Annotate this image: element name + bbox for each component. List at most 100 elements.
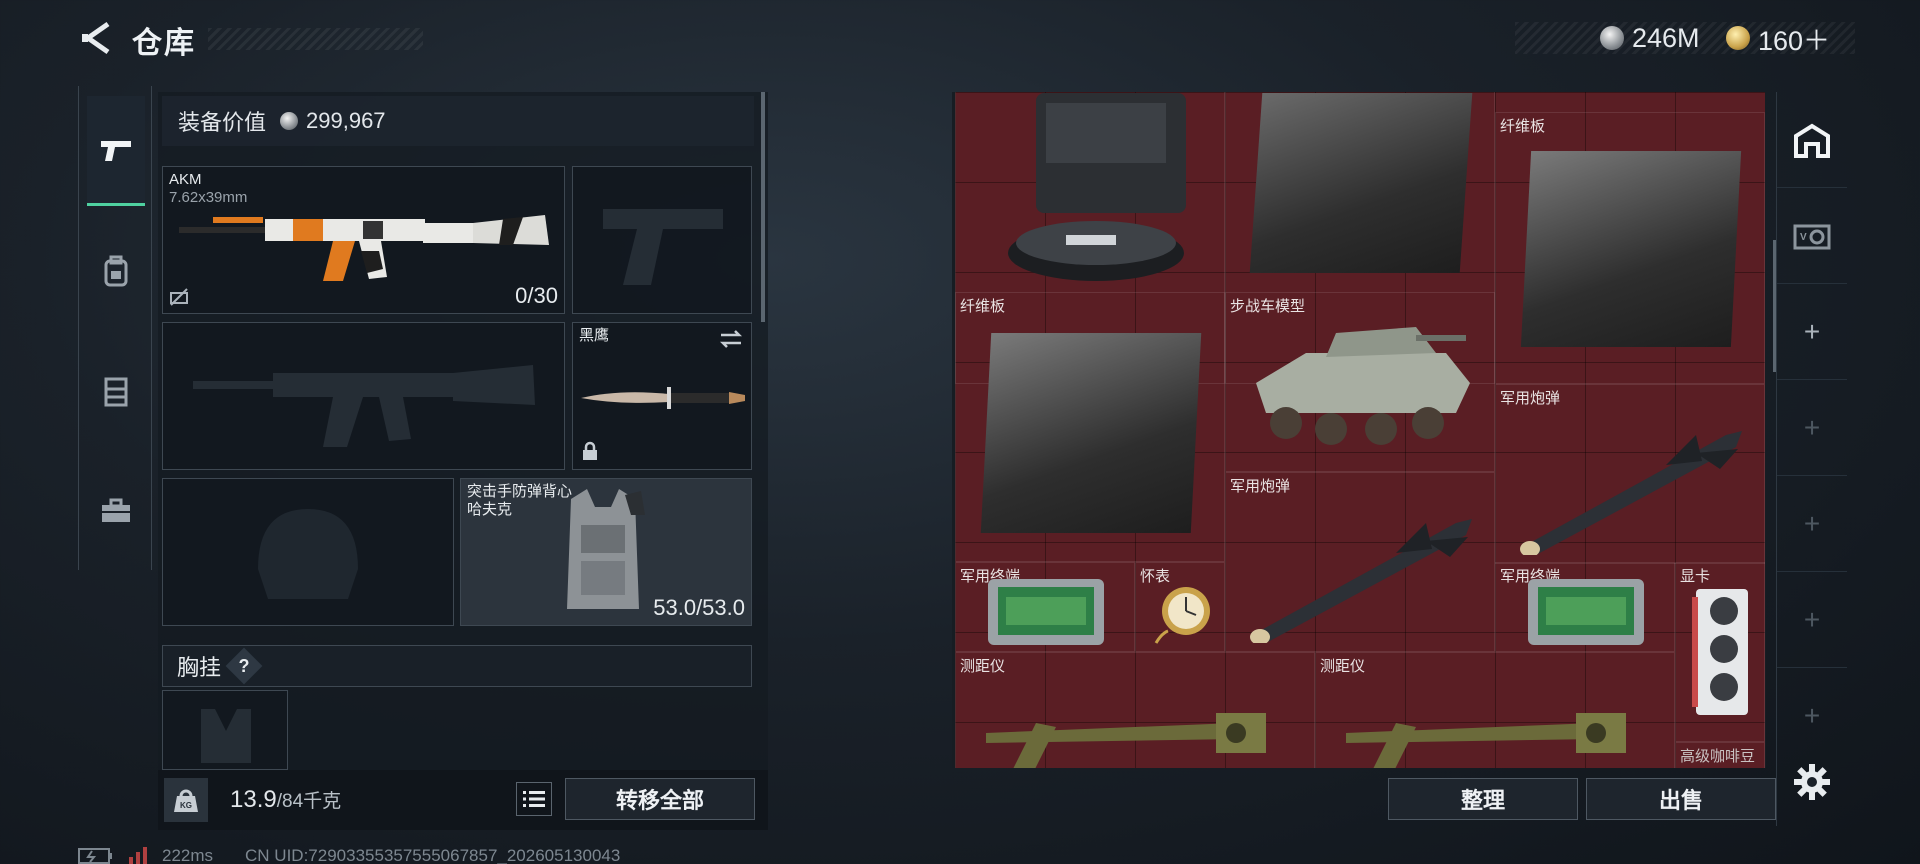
fiber-board-image: [1520, 151, 1742, 347]
weight-current: 13.9: [230, 786, 277, 813]
loadout-scrollbar[interactable]: [761, 92, 765, 322]
weapon-name: AKM: [169, 171, 202, 188]
terminal-image: [1528, 579, 1644, 645]
ping-value: 222ms: [162, 846, 214, 864]
storage-item-coffee-beans[interactable]: 高级咖啡豆: [1675, 742, 1765, 768]
fiber-board-image: [1249, 93, 1473, 273]
storage-item-missile[interactable]: 军用炮弹: [1495, 384, 1765, 564]
plus-icon: +: [1803, 700, 1821, 731]
add-storage-tab-button[interactable]: +: [1777, 476, 1847, 572]
title-decoration: [208, 28, 423, 50]
helmet-silhouette-icon: [258, 509, 358, 599]
vest-image: [567, 489, 645, 609]
back-arrow-icon[interactable]: [78, 18, 118, 58]
add-storage-tab-button[interactable]: +: [1777, 668, 1847, 764]
status-bar: 222ms CN UID:72903355357555067857_202605…: [78, 846, 620, 864]
akm-rifle-image: [179, 215, 549, 281]
gold-amount: 160＋: [1758, 25, 1831, 56]
rangefinder-image: [1346, 713, 1626, 768]
loadout-category-nav: [78, 86, 152, 570]
storage-item-ifv-model[interactable]: 步战车模型: [1225, 292, 1495, 472]
lock-icon: [583, 441, 597, 460]
storage-item-pocket-watch[interactable]: 怀表: [1135, 562, 1225, 652]
missile-image: [1250, 519, 1472, 643]
help-icon[interactable]: ?: [225, 647, 263, 685]
gold-coin-icon: [1726, 26, 1750, 50]
sell-button[interactable]: 出售: [1586, 778, 1776, 820]
ifv-model-image: [1256, 327, 1470, 445]
sort-button[interactable]: 整理: [1388, 778, 1578, 820]
storage-item-rangefinder[interactable]: 测距仪: [1315, 652, 1675, 768]
list-view-button[interactable]: [516, 782, 552, 816]
storage-item-terminal[interactable]: 军用终端: [1495, 562, 1675, 652]
pistol-slot[interactable]: [572, 166, 752, 314]
settings-gear-icon[interactable]: [1792, 762, 1832, 802]
tab-storage-tickets[interactable]: V: [1777, 188, 1847, 284]
storage-item-fiber-board[interactable]: 纤维板: [1495, 112, 1765, 384]
knife-image: [581, 387, 745, 409]
tab-weapons[interactable]: [87, 96, 145, 206]
equipment-value: 299,967: [306, 108, 386, 133]
plus-icon: +: [1803, 603, 1821, 635]
svg-text:KG: KG: [180, 801, 192, 810]
fiber-board-image: [980, 333, 1202, 533]
ticket-icon: V: [1793, 224, 1831, 249]
rangefinder-image: [986, 713, 1266, 768]
weapon-ammo-count: 0/30: [515, 283, 558, 308]
armor-brand: 哈夫克: [467, 501, 513, 518]
storage-grid: 纤维板 纤维板 步战车模型 军用炮弹 军用炮弹 军用终端 怀表 军用终端 显卡 …: [955, 92, 1765, 768]
primary-weapon-slot[interactable]: AKM 7.62x39mm 0/30: [162, 166, 565, 314]
armor-durability: 53.0/53.0: [653, 595, 745, 620]
battery-icon: [78, 848, 112, 864]
pocket-watch-image: [1154, 587, 1210, 644]
add-storage-tab-button[interactable]: +: [1777, 572, 1847, 668]
tab-storage-main[interactable]: [1777, 92, 1847, 188]
tab-chest-rig[interactable]: [87, 336, 145, 446]
helmet-slot[interactable]: [162, 478, 454, 626]
melee-name: 黑鹰: [579, 327, 610, 344]
silver-currency[interactable]: 246M: [1600, 22, 1700, 54]
plus-icon: +: [1803, 315, 1821, 347]
chest-rig-header: 胸挂 ?: [162, 645, 752, 687]
weight-icon: KG: [164, 778, 208, 822]
plus-icon: +: [1803, 411, 1821, 443]
page-title: 仓库: [132, 27, 196, 60]
silver-coin-icon: [1600, 26, 1624, 50]
silver-coin-icon: [280, 112, 299, 130]
no-attachment-icon: [170, 288, 188, 306]
storage-item-rangefinder[interactable]: 测距仪: [955, 652, 1315, 768]
add-storage-tab-button[interactable]: +: [1777, 380, 1847, 476]
signal-icon: [129, 847, 147, 864]
add-storage-tab-button[interactable]: +: [1777, 284, 1847, 380]
robot-vacuum-image: [1008, 93, 1186, 281]
secondary-weapon-slot[interactable]: [162, 322, 565, 470]
transfer-all-button[interactable]: 转移全部: [565, 778, 755, 820]
storage-item-gpu[interactable]: 显卡: [1675, 562, 1765, 742]
gpu-image: [1692, 589, 1748, 715]
user-uid: CN UID:72903355357555067857_202605130043: [245, 846, 621, 864]
storage-item-missile[interactable]: 军用炮弹: [1225, 472, 1495, 652]
equipment-value-row: 装备价值 299,967: [162, 96, 754, 146]
melee-slot[interactable]: 黑鹰: [572, 322, 752, 470]
pistol-silhouette-icon: [603, 209, 723, 285]
tab-case[interactable]: [87, 456, 145, 566]
storage-item-terminal[interactable]: 军用终端: [955, 562, 1135, 652]
pistol-icon: [101, 140, 131, 161]
gold-currency[interactable]: 160＋: [1726, 22, 1830, 56]
tab-backpack[interactable]: [87, 216, 145, 326]
missile-image: [1520, 431, 1742, 555]
weight-display: 13.9/84千克: [230, 786, 341, 814]
list-icon: [523, 791, 545, 807]
silver-amount: 246M: [1632, 22, 1700, 53]
chest-rig-slot[interactable]: [162, 690, 288, 770]
warehouse-icon: [1794, 123, 1830, 158]
swap-icon[interactable]: [719, 329, 743, 349]
plus-icon: +: [1803, 507, 1821, 539]
armor-slot[interactable]: 突击手防弹背心 哈夫克 53.0/53.0: [460, 478, 752, 626]
rifle-silhouette-icon: [193, 365, 535, 447]
backpack-icon: [104, 255, 128, 287]
weight-max: /84千克: [276, 791, 342, 812]
equipment-value-label: 装备价值: [178, 110, 267, 135]
svg-text:V: V: [1800, 232, 1807, 243]
storage-item-fiber-board[interactable]: 纤维板: [955, 292, 1225, 562]
